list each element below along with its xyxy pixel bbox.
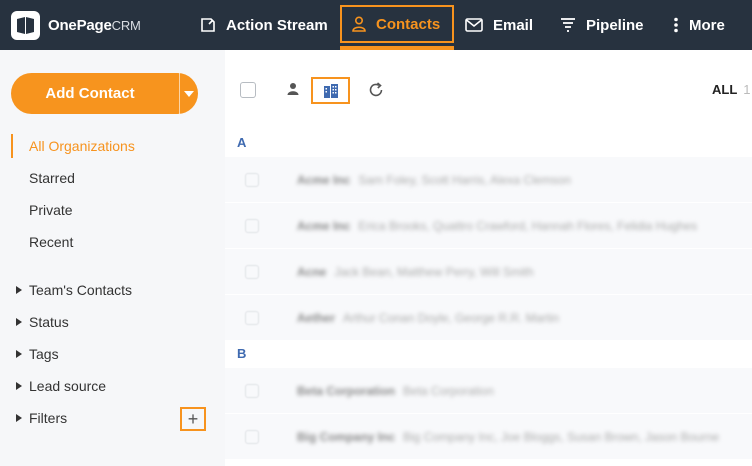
- envelope-icon: [465, 18, 483, 32]
- nav-action-stream[interactable]: Action Stream: [200, 0, 328, 50]
- sidebar-group-filters[interactable]: Filters: [16, 410, 67, 426]
- people-view-button[interactable]: [287, 82, 299, 101]
- organizations-view-button[interactable]: [311, 77, 350, 104]
- row-checkbox[interactable]: [245, 218, 259, 233]
- expand-triangle-icon: [16, 382, 22, 390]
- organization-contacts: Erica Brooks, Quattro Crawford, Hannah F…: [358, 218, 698, 233]
- logo-suffix: CRM: [111, 17, 141, 33]
- nav-email-label: Email: [493, 16, 534, 34]
- organization-name: Acne: [297, 264, 327, 279]
- organization-name: Acme Inc: [297, 172, 351, 187]
- row-checkbox[interactable]: [245, 310, 259, 325]
- expand-triangle-icon: [16, 318, 22, 326]
- list-item[interactable]: Big Company Inc Big Company Inc, Joe Blo…: [225, 414, 752, 460]
- nav-email[interactable]: Email: [465, 0, 533, 50]
- kebab-icon: [674, 17, 678, 33]
- nav-pipeline-label: Pipeline: [586, 16, 644, 34]
- refresh-icon: [369, 82, 383, 97]
- list-item[interactable]: Beta Corporation Beta Corporation: [225, 368, 752, 414]
- person-icon: [352, 16, 366, 32]
- nav-pipeline[interactable]: Pipeline: [560, 0, 644, 50]
- sidebar-group-label: Filters: [29, 410, 68, 426]
- row-checkbox[interactable]: [245, 383, 259, 398]
- sidebar-group-label: Lead source: [29, 378, 107, 394]
- sidebar-group-label: Tags: [29, 346, 59, 362]
- sidebar-group-label: Status: [29, 314, 69, 330]
- sidebar-link-recent[interactable]: Recent: [29, 234, 73, 250]
- row-checkbox[interactable]: [245, 264, 259, 279]
- person-icon: [287, 83, 299, 95]
- list-item[interactable]: Aether Arthur Conan Doyle, George R.R. M…: [225, 295, 752, 341]
- list-item[interactable]: Acme Inc Erica Brooks, Quattro Crawford,…: [225, 203, 752, 249]
- organization-name: Aether: [297, 310, 336, 325]
- top-navigation-bar: OnePageCRM Action Stream Contacts Email …: [0, 0, 752, 50]
- nav-contacts-label: Contacts: [376, 15, 441, 33]
- organization-contacts: Big Company Inc, Joe Bloggs, Susan Brown…: [403, 429, 720, 444]
- row-checkbox[interactable]: [245, 172, 259, 187]
- logo-text: OnePageCRM: [48, 16, 141, 34]
- funnel-icon: [561, 18, 575, 32]
- organization-name: Big Company Inc: [297, 429, 396, 444]
- organization-name: Acme Inc: [297, 218, 351, 233]
- add-contact-button[interactable]: Add Contact: [11, 73, 198, 114]
- organization-contacts: Jack Bean, Matthew Perry, Will Smith: [334, 264, 534, 279]
- add-contact-dropdown-button[interactable]: [180, 73, 198, 114]
- app-logo[interactable]: OnePageCRM: [11, 10, 141, 40]
- list-item[interactable]: Acme Inc Sam Foley, Scott Harris, Alexa …: [225, 157, 752, 203]
- organization-contacts: Arthur Conan Doyle, George R.R. Martin: [343, 310, 560, 325]
- expand-triangle-icon: [16, 350, 22, 358]
- active-link-indicator: [11, 134, 13, 158]
- sidebar-group-lead-source[interactable]: Lead source: [16, 378, 106, 394]
- onepage-logo-icon: [11, 10, 40, 40]
- sidebar-group-tags[interactable]: Tags: [16, 346, 59, 362]
- caret-down-icon: [184, 90, 194, 97]
- sidebar-group-status[interactable]: Status: [16, 314, 69, 330]
- list-toolbar: ALL 1: [225, 50, 752, 130]
- expand-triangle-icon: [16, 414, 22, 422]
- organization-contacts: Beta Corporation: [403, 383, 494, 398]
- organization-contacts: Sam Foley, Scott Harris, Alexa Clemson: [358, 172, 571, 187]
- all-filter-label: ALL: [712, 82, 738, 97]
- all-filter-count: 1: [743, 82, 751, 97]
- list-item[interactable]: Acne Jack Bean, Matthew Perry, Will Smit…: [225, 249, 752, 295]
- expand-triangle-icon: [16, 286, 22, 294]
- refresh-button[interactable]: [368, 82, 384, 103]
- organization-name: Beta Corporation: [297, 383, 396, 398]
- nav-action-stream-label: Action Stream: [226, 16, 328, 34]
- sidebar-link-starred[interactable]: Starred: [29, 170, 75, 186]
- nav-contacts[interactable]: Contacts: [340, 5, 454, 43]
- add-contact-label: Add Contact: [45, 85, 135, 102]
- action-stream-icon: [201, 18, 215, 32]
- building-icon: [323, 83, 338, 98]
- nav-more[interactable]: More: [673, 0, 725, 50]
- nav-more-label: More: [689, 16, 725, 34]
- sidebar-group-teams-contacts[interactable]: Team's Contacts: [16, 282, 132, 298]
- sidebar-group-label: Team's Contacts: [29, 282, 133, 298]
- sidebar-link-all-organizations[interactable]: All Organizations: [29, 138, 135, 154]
- add-filter-button[interactable]: +: [180, 407, 206, 431]
- section-letter-a: A: [237, 135, 247, 150]
- main-content: ALL 1 A Acme Inc Sam Foley, Scott Harris,…: [225, 50, 752, 466]
- row-checkbox[interactable]: [245, 429, 259, 444]
- section-letter-b: B: [237, 346, 247, 361]
- select-all-checkbox[interactable]: [240, 82, 256, 98]
- sidebar-link-private[interactable]: Private: [29, 202, 73, 218]
- all-filter-tab[interactable]: ALL 1: [712, 82, 751, 97]
- sidebar: Add Contact All Organizations Starred Pr…: [0, 50, 225, 466]
